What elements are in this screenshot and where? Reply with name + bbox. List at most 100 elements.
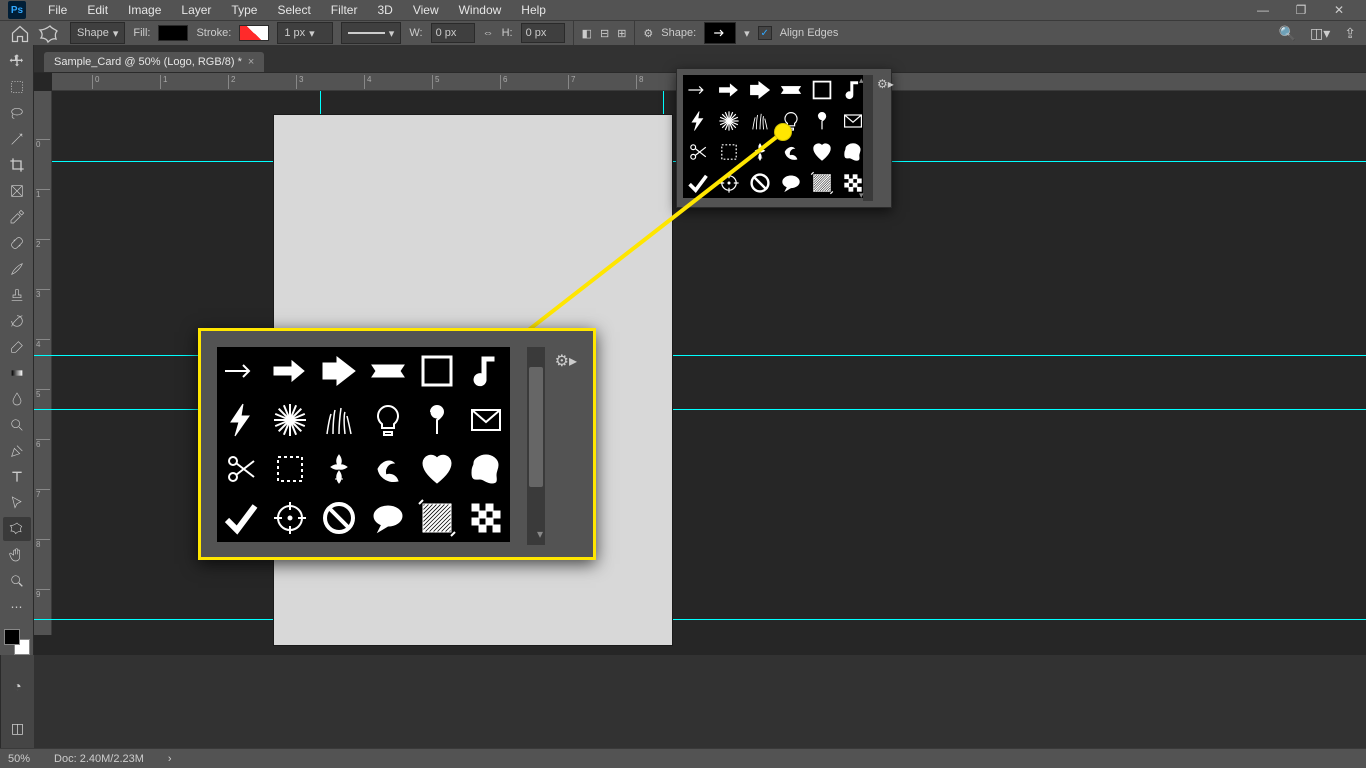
shape-fleur-icon[interactable]: [315, 445, 363, 493]
shape-speech-icon[interactable]: [364, 494, 412, 542]
type-tool-icon[interactable]: [3, 465, 31, 489]
shape-envelope-icon[interactable]: [462, 396, 510, 444]
shape-burst-icon[interactable]: [714, 106, 744, 136]
shape-banner-icon[interactable]: [364, 347, 412, 395]
workspace-icon[interactable]: ◫▾: [1310, 25, 1330, 42]
scrollbar-thumb[interactable]: [529, 367, 543, 487]
status-chevron-icon[interactable]: ›: [168, 753, 172, 765]
custom-shape-tool-active-icon[interactable]: [3, 517, 31, 541]
hand-tool-icon[interactable]: [3, 543, 31, 567]
properties-panel-icon[interactable]: ◫: [7, 717, 29, 739]
stroke-swatch[interactable]: [239, 25, 269, 41]
shape-arrow-right-icon[interactable]: [714, 75, 744, 105]
shape-target-icon[interactable]: [714, 168, 744, 198]
lasso-tool-icon[interactable]: [3, 101, 31, 125]
shape-music-note-icon[interactable]: [462, 347, 510, 395]
shape-grass-icon[interactable]: [745, 106, 775, 136]
shape-check-icon[interactable]: [683, 168, 713, 198]
path-select-icon[interactable]: [3, 491, 31, 515]
shape-arrow-right-bold-icon[interactable]: [315, 347, 363, 395]
menu-image[interactable]: Image: [118, 3, 171, 17]
share-icon[interactable]: ⇪: [1344, 25, 1356, 42]
shape-burst-icon[interactable]: [266, 396, 314, 444]
zoom-level[interactable]: 50%: [8, 753, 30, 765]
scrollbar[interactable]: [527, 347, 545, 545]
shape-bolt-icon[interactable]: [217, 396, 265, 444]
home-icon[interactable]: [10, 24, 30, 42]
align-icon[interactable]: ⊟: [600, 27, 609, 40]
chevron-down-icon[interactable]: ▾: [859, 190, 871, 201]
shape-square-dashed-icon[interactable]: [266, 445, 314, 493]
fill-swatch[interactable]: [158, 25, 188, 41]
shape-grass-icon[interactable]: [315, 396, 363, 444]
stroke-style-select[interactable]: ▾: [341, 22, 401, 44]
shape-frame-icon[interactable]: [413, 347, 461, 395]
shape-scissors-icon[interactable]: [217, 445, 265, 493]
window-restore-icon[interactable]: ❐: [1282, 0, 1320, 20]
shape-check-icon[interactable]: [217, 494, 265, 542]
shape-arrow-right-thin-icon[interactable]: [683, 75, 713, 105]
menu-window[interactable]: Window: [449, 3, 512, 17]
shape-frame-icon[interactable]: [807, 75, 837, 105]
gradient-tool-icon[interactable]: [3, 361, 31, 385]
shape-speech-icon[interactable]: [776, 168, 806, 198]
foreground-background-colors[interactable]: [4, 629, 30, 655]
heal-tool-icon[interactable]: [3, 231, 31, 255]
shape-scissors-icon[interactable]: [683, 137, 713, 167]
document-tab[interactable]: Sample_Card @ 50% (Logo, RGB/8) * ×: [44, 52, 264, 72]
shape-arrow-right-icon[interactable]: [266, 347, 314, 395]
shape-blob-icon[interactable]: [462, 445, 510, 493]
menu-edit[interactable]: Edit: [77, 3, 118, 17]
menu-layer[interactable]: Layer: [171, 3, 221, 17]
window-close-icon[interactable]: ✕: [1320, 0, 1358, 20]
chevron-down-icon[interactable]: ▾: [537, 527, 543, 541]
shape-no-icon[interactable]: [745, 168, 775, 198]
eyedropper-tool-icon[interactable]: [3, 205, 31, 229]
height-input[interactable]: [521, 23, 565, 43]
menu-3d[interactable]: 3D: [367, 3, 402, 17]
edit-toolbar-icon[interactable]: ⋯: [3, 595, 31, 619]
path-op-icon[interactable]: ◧: [582, 27, 592, 40]
shape-ornament-icon[interactable]: [364, 445, 412, 493]
shape-arrow-right-bold-icon[interactable]: [745, 75, 775, 105]
shape-heart-icon[interactable]: [413, 445, 461, 493]
mode-select[interactable]: Shape ▾: [70, 22, 125, 44]
crop-tool-icon[interactable]: [3, 153, 31, 177]
history-panel-icon[interactable]: ◔: [7, 675, 29, 697]
gear-icon[interactable]: ⚙: [643, 27, 653, 40]
shape-fleur-icon[interactable]: [745, 137, 775, 167]
search-icon[interactable]: 🔍: [1279, 25, 1296, 42]
shape-bulb-icon[interactable]: [776, 106, 806, 136]
stamp-tool-icon[interactable]: [3, 283, 31, 307]
shape-heart-icon[interactable]: [807, 137, 837, 167]
align-edges-checkbox[interactable]: ✓: [758, 26, 772, 40]
eraser-tool-icon[interactable]: [3, 335, 31, 359]
history-brush-icon[interactable]: [3, 309, 31, 333]
window-minimize-icon[interactable]: —: [1244, 0, 1282, 20]
shape-arrow-right-thin-icon[interactable]: [217, 347, 265, 395]
frame-tool-icon[interactable]: [3, 179, 31, 203]
shape-preview[interactable]: [704, 22, 736, 44]
dodge-tool-icon[interactable]: [3, 413, 31, 437]
shape-target-icon[interactable]: [266, 494, 314, 542]
shape-pin-icon[interactable]: [807, 106, 837, 136]
marquee-tool-icon[interactable]: [3, 75, 31, 99]
shape-no-icon[interactable]: [315, 494, 363, 542]
blur-tool-icon[interactable]: [3, 387, 31, 411]
menu-select[interactable]: Select: [267, 3, 320, 17]
pen-tool-icon[interactable]: [3, 439, 31, 463]
brush-tool-icon[interactable]: [3, 257, 31, 281]
menu-file[interactable]: File: [38, 3, 77, 17]
close-tab-icon[interactable]: ×: [248, 56, 254, 68]
gear-icon[interactable]: ⚙▸: [877, 77, 889, 91]
shape-pin-icon[interactable]: [413, 396, 461, 444]
stroke-width-select[interactable]: 1 px▾: [277, 22, 333, 44]
move-tool-icon[interactable]: [3, 49, 31, 73]
custom-shape-tool-icon[interactable]: [38, 23, 62, 43]
menu-type[interactable]: Type: [221, 3, 267, 17]
menu-filter[interactable]: Filter: [321, 3, 368, 17]
menu-view[interactable]: View: [403, 3, 449, 17]
shape-ornament-icon[interactable]: [776, 137, 806, 167]
wand-tool-icon[interactable]: [3, 127, 31, 151]
shape-banner-icon[interactable]: [776, 75, 806, 105]
